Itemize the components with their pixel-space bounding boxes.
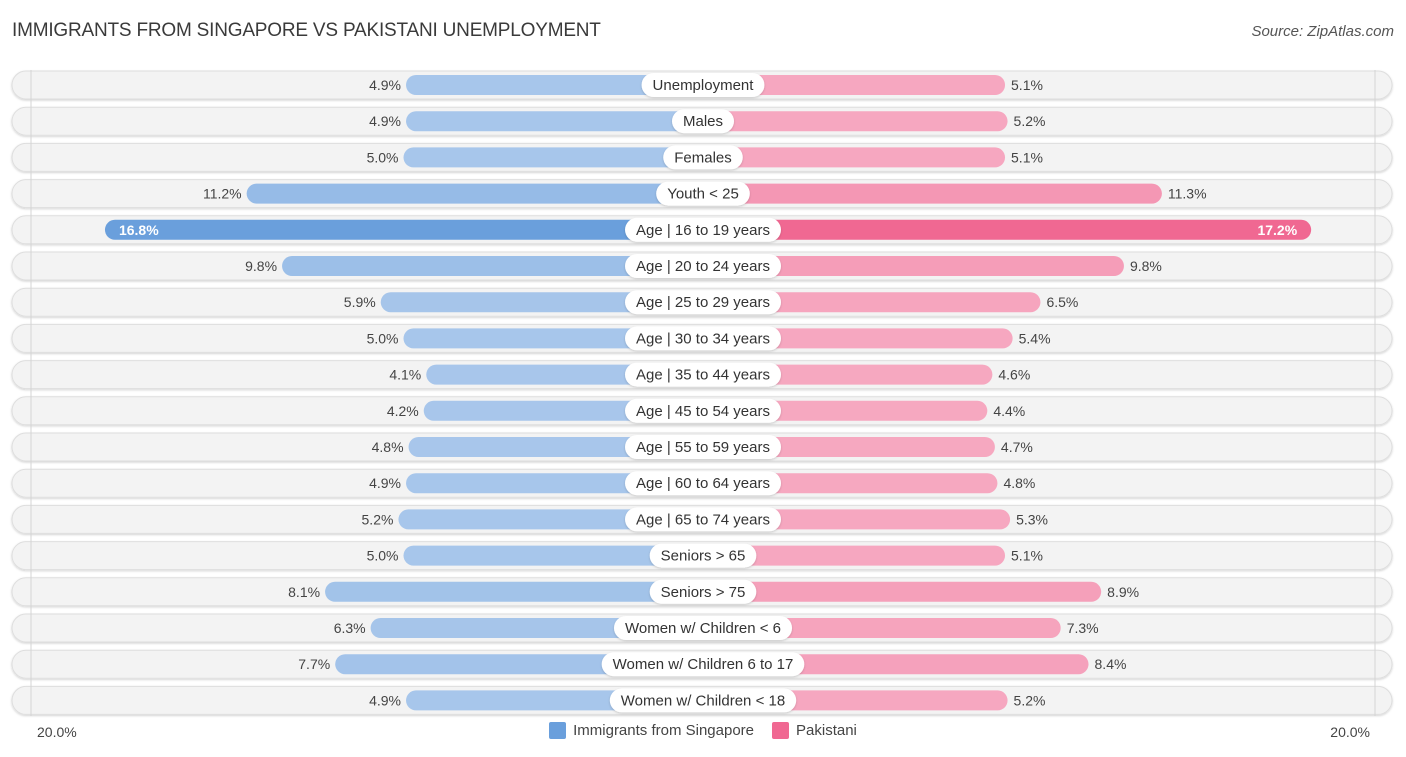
value-label-singapore: 7.7%	[298, 656, 330, 672]
legend-item-singapore[interactable]: Immigrants from Singapore	[549, 722, 754, 739]
value-label-singapore: 4.9%	[369, 692, 401, 708]
value-label-pakistani: 4.6%	[998, 367, 1030, 383]
category-label: Unemployment	[653, 77, 755, 94]
value-label-singapore: 9.8%	[245, 258, 277, 274]
value-label-pakistani: 4.8%	[1003, 475, 1035, 491]
value-label-singapore: 5.0%	[367, 149, 399, 165]
value-label-singapore: 5.2%	[362, 511, 394, 527]
legend-label-singapore: Immigrants from Singapore	[573, 722, 755, 739]
category-label: Youth < 25	[667, 186, 739, 203]
bar-pakistani	[703, 581, 1102, 602]
diverging-bar-chart: 4.9% 5.1% Unemployment 4.9% 5.2% Males 5.0% 5.1…	[11, 70, 1393, 716]
legend-label-pakistani: Pakistani	[796, 722, 857, 739]
value-label-singapore: 5.9%	[344, 294, 376, 310]
category-label: Males	[683, 113, 723, 130]
value-label-pakistani: 17.2%	[1257, 222, 1297, 238]
value-label-pakistani: 4.4%	[993, 403, 1025, 419]
bar-pakistani	[703, 111, 1008, 132]
legend-swatch-pakistani	[772, 722, 790, 739]
category-label: Women w/ Children < 18	[621, 692, 785, 709]
value-label-pakistani: 7.3%	[1067, 620, 1099, 636]
value-label-pakistani: 4.7%	[1001, 439, 1033, 455]
value-label-singapore: 4.2%	[387, 403, 419, 419]
value-label-pakistani: 5.1%	[1011, 149, 1043, 165]
category-label: Age | 45 to 54 years	[636, 403, 770, 420]
value-label-pakistani: 5.2%	[1014, 113, 1046, 129]
category-label: Age | 35 to 44 years	[636, 367, 770, 384]
value-label-singapore: 6.3%	[334, 620, 366, 636]
category-label: Females	[674, 149, 732, 166]
value-label-pakistani: 6.5%	[1046, 294, 1078, 310]
value-label-pakistani: 5.1%	[1011, 548, 1043, 564]
value-label-singapore: 4.8%	[372, 439, 404, 455]
value-label-singapore: 5.0%	[367, 548, 399, 564]
value-label-singapore: 8.1%	[288, 584, 320, 600]
category-label: Age | 60 to 64 years	[636, 475, 770, 492]
category-label: Age | 55 to 59 years	[636, 439, 770, 456]
category-label: Seniors > 75	[661, 584, 746, 601]
value-label-pakistani: 11.3%	[1168, 186, 1207, 202]
value-label-pakistani: 5.3%	[1016, 511, 1048, 527]
value-label-pakistani: 8.9%	[1107, 584, 1139, 600]
value-label-pakistani: 8.4%	[1095, 656, 1127, 672]
bar-pakistani	[703, 183, 1162, 204]
value-label-pakistani: 9.8%	[1130, 258, 1162, 274]
bar-singapore	[104, 219, 703, 240]
value-label-pakistani: 5.1%	[1011, 77, 1043, 93]
value-label-singapore: 5.0%	[367, 330, 399, 346]
category-label: Women w/ Children < 6	[625, 620, 781, 637]
value-label-singapore: 4.1%	[389, 367, 421, 383]
value-label-singapore: 11.2%	[203, 186, 242, 202]
bar-pakistani	[703, 219, 1312, 240]
category-label: Age | 16 to 19 years	[636, 222, 770, 239]
bar-singapore	[246, 183, 703, 204]
value-label-singapore: 4.9%	[369, 77, 401, 93]
category-label: Women w/ Children 6 to 17	[613, 656, 794, 673]
bar-singapore	[403, 147, 703, 168]
legend-swatch-singapore	[549, 722, 567, 739]
value-label-singapore: 16.8%	[119, 222, 159, 238]
bar-singapore	[406, 111, 703, 132]
bar-pakistani	[703, 147, 1006, 168]
legend-item-pakistani[interactable]: Pakistani	[772, 722, 857, 739]
category-label: Age | 25 to 29 years	[636, 294, 770, 311]
value-label-singapore: 4.9%	[369, 475, 401, 491]
value-label-pakistani: 5.2%	[1014, 692, 1046, 708]
category-label: Age | 30 to 34 years	[636, 330, 770, 347]
category-label: Seniors > 65	[661, 548, 746, 565]
category-label: Age | 20 to 24 years	[636, 258, 770, 275]
category-label: Age | 65 to 74 years	[636, 511, 770, 528]
value-label-pakistani: 5.4%	[1019, 330, 1051, 346]
bar-singapore	[325, 581, 703, 602]
value-label-singapore: 4.9%	[369, 113, 401, 129]
legend: Immigrants from Singapore Pakistani	[0, 722, 1406, 739]
